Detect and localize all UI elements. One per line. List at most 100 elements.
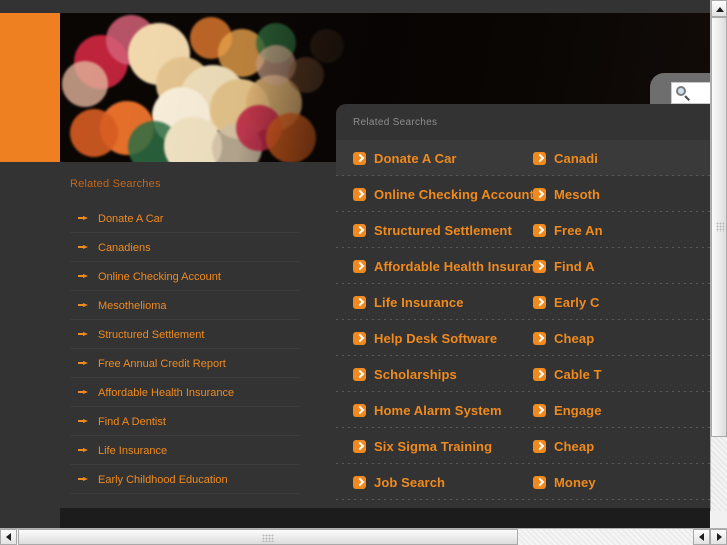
overlay-link-left[interactable]: Online Checking Account (336, 187, 533, 202)
horizontal-scroll-thumb[interactable] (18, 529, 518, 545)
horizontal-scrollbar[interactable] (0, 528, 727, 545)
background-list-item[interactable]: Life Insurance (70, 436, 300, 465)
magnifier-icon (676, 86, 691, 101)
overlay-link-left[interactable]: Job Search (336, 475, 533, 490)
overlay-link-label: Online Checking Account (374, 186, 533, 202)
chevron-right-square-icon (353, 403, 366, 417)
overlay-link-right[interactable]: Money (533, 475, 710, 490)
chevron-right-square-icon (353, 259, 366, 273)
background-panel-title: Related Searches (70, 178, 161, 190)
overlay-link-left[interactable]: Donate A Car (336, 151, 533, 166)
overlay-panel-title: Related Searches (353, 117, 438, 128)
overlay-link-right[interactable]: Cheap (533, 331, 710, 346)
overlay-rows: Donate A Car Canadi Online Checking Accoun… (336, 140, 710, 500)
chevron-right-square-icon (533, 295, 546, 309)
browser-viewport: Related Searches Donate A Car Canadiens On… (0, 0, 710, 528)
triangle-left-icon (699, 533, 704, 541)
chevron-right-square-icon (353, 187, 366, 201)
triangle-up-icon (716, 7, 724, 12)
arrow-bullet-icon (78, 332, 88, 336)
chevron-right-square-icon (353, 439, 366, 453)
overlay-row: Six Sigma Training Cheap (336, 428, 710, 464)
background-list-item[interactable]: Find A Dentist (70, 407, 300, 436)
scroll-left-step-button[interactable] (693, 529, 710, 545)
overlay-link-label: Cheap (554, 438, 595, 454)
overlay-link-right[interactable]: Engage (533, 403, 710, 418)
overlay-link-right[interactable]: Early C (533, 295, 710, 310)
background-list-item-label: Early Childhood Education (98, 474, 228, 486)
overlay-link-label: Job Search (374, 474, 446, 490)
top-dark-strip (0, 0, 710, 13)
overlay-link-right[interactable]: Cable T (533, 367, 710, 382)
scroll-right-button[interactable] (710, 529, 727, 545)
overlay-link-left[interactable]: Structured Settlement (336, 223, 533, 238)
overlay-link-left[interactable]: Scholarships (336, 367, 533, 382)
background-list-item[interactable]: Canadiens (70, 233, 300, 262)
overlay-link-label: Structured Settlement (374, 222, 512, 238)
chevron-right-square-icon (533, 223, 546, 237)
chevron-right-square-icon (353, 295, 366, 309)
chevron-right-square-icon (533, 331, 546, 345)
background-list-item[interactable]: Affordable Health Insurance (70, 378, 300, 407)
chevron-right-square-icon (353, 367, 366, 381)
overlay-link-label: Money (554, 474, 596, 490)
overlay-link-right[interactable]: Free An (533, 223, 710, 238)
scroll-thumb-grip (716, 222, 724, 232)
overlay-link-left[interactable]: Help Desk Software (336, 331, 533, 346)
overlay-link-label: Help Desk Software (374, 330, 498, 346)
overlay-link-right[interactable]: Mesoth (533, 187, 710, 202)
arrow-bullet-icon (78, 274, 88, 278)
overlay-link-label: Life Insurance (374, 294, 464, 310)
scrollbar-corner (710, 511, 727, 528)
overlay-link-label: Engage (554, 402, 602, 418)
chevron-right-square-icon (533, 151, 546, 165)
overlay-link-left[interactable]: Life Insurance (336, 295, 533, 310)
chevron-right-square-icon (533, 259, 546, 273)
background-related-searches: Related Searches Donate A Car Canadiens On… (70, 178, 300, 494)
arrow-bullet-icon (78, 216, 88, 220)
chevron-right-square-icon (353, 475, 366, 489)
overlay-row: Online Checking Account Mesoth (336, 176, 710, 212)
background-list-item[interactable]: Donate A Car (70, 204, 300, 233)
overlay-link-label: Donate A Car (374, 150, 457, 166)
overlay-link-right[interactable]: Canadi (533, 151, 710, 166)
chevron-right-square-icon (533, 187, 546, 201)
background-list-item-label: Affordable Health Insurance (98, 387, 235, 399)
overlay-row: Help Desk Software Cheap (336, 320, 710, 356)
triangle-right-icon (717, 533, 722, 541)
arrow-bullet-icon (78, 448, 88, 452)
vertical-scrollbar[interactable] (710, 0, 727, 528)
overlay-link-label: Free An (554, 222, 603, 238)
overlay-row: Home Alarm System Engage (336, 392, 710, 428)
overlay-link-left[interactable]: Home Alarm System (336, 403, 533, 418)
scroll-up-button[interactable] (711, 0, 727, 17)
overlay-link-right[interactable]: Cheap (533, 439, 710, 454)
arrow-bullet-icon (78, 477, 88, 481)
chevron-right-square-icon (533, 439, 546, 453)
background-list-item[interactable]: Online Checking Account (70, 262, 300, 291)
chevron-right-square-icon (533, 403, 546, 417)
overlay-link-label: Scholarships (374, 366, 457, 382)
background-list-item[interactable]: Mesothelioma (70, 291, 300, 320)
related-searches-overlay: Related Searches Donate A Car Canadi Onlin… (336, 104, 710, 508)
overlay-link-right[interactable]: Find A (533, 259, 710, 274)
background-list-item[interactable]: Free Annual Credit Report (70, 349, 300, 378)
chevron-right-square-icon (353, 223, 366, 237)
background-list-item[interactable]: Early Childhood Education (70, 465, 300, 494)
overlay-link-label: Affordable Health Insurance (374, 258, 533, 274)
overlay-link-left[interactable]: Affordable Health Insurance (336, 259, 533, 274)
scroll-left-button[interactable] (0, 529, 17, 545)
background-list-item[interactable]: Structured Settlement (70, 320, 300, 349)
overlay-link-left[interactable]: Six Sigma Training (336, 439, 533, 454)
vertical-scroll-thumb[interactable] (711, 17, 727, 437)
chevron-right-square-icon (353, 331, 366, 345)
overlay-row: Affordable Health Insurance Find A (336, 248, 710, 284)
arrow-bullet-icon (78, 419, 88, 423)
chevron-right-square-icon (353, 151, 366, 165)
triangle-left-icon (6, 533, 11, 541)
arrow-bullet-icon (78, 390, 88, 394)
search-input[interactable] (671, 82, 710, 104)
overlay-link-label: Canadi (554, 150, 598, 166)
overlay-row: Life Insurance Early C (336, 284, 710, 320)
background-list-item-label: Donate A Car (98, 213, 164, 225)
